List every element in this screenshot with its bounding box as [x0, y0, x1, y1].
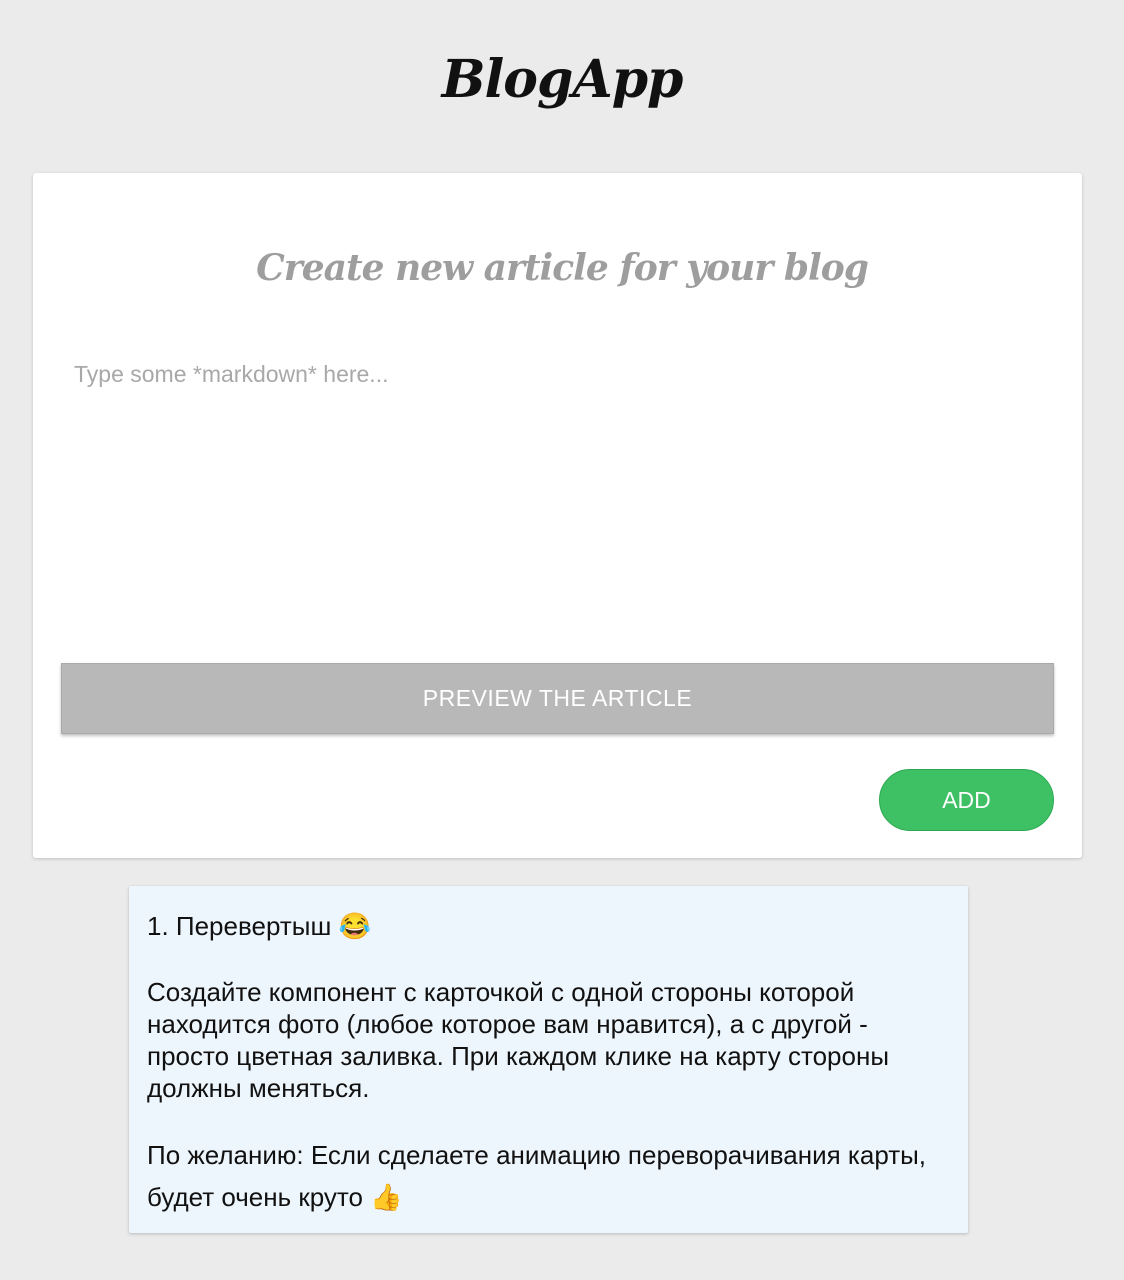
preview-article-button[interactable]: PREVIEW THE ARTICLE	[61, 663, 1054, 734]
markdown-input[interactable]	[60, 355, 1054, 645]
app-title: BlogApp	[441, 49, 684, 110]
task-optional-note: По желанию: Если сделаете анимацию перев…	[147, 1140, 927, 1212]
task-title: 1. Перевертыш 😂	[147, 911, 371, 941]
task-description: Создайте компонент с карточкой с одной с…	[147, 977, 890, 1103]
add-button[interactable]: ADD	[879, 769, 1054, 831]
task-card: 1. Перевертыш 😂 Создайте компонент с кар…	[129, 886, 968, 1233]
editor-heading: Create new article for your blog	[256, 247, 869, 289]
